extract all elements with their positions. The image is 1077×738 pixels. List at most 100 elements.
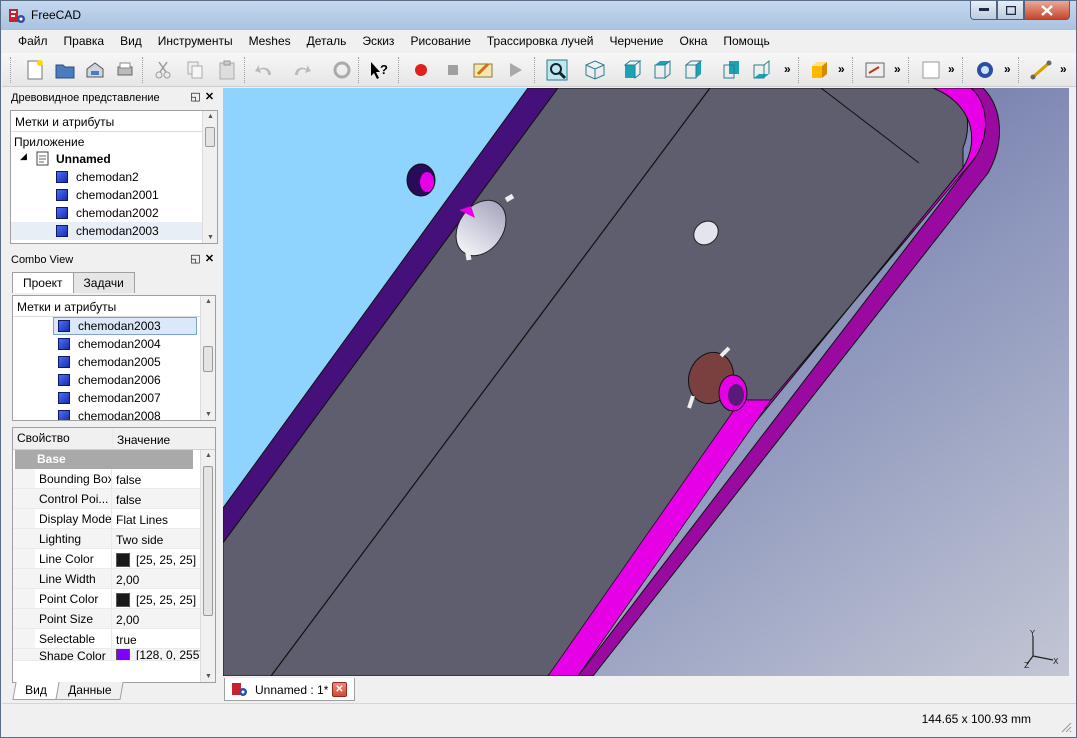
close-panel-icon[interactable]: ✕	[203, 253, 216, 266]
property-row[interactable]: Line Color [25, 25, 25]	[13, 549, 215, 569]
property-editor[interactable]: Свойство Значение Base Bounding Box false…	[12, 427, 216, 683]
tab-project[interactable]: Проект	[12, 272, 74, 293]
refresh-button[interactable]	[329, 57, 355, 83]
toolbar-overflow-chevron-icon[interactable]: »	[1004, 62, 1011, 76]
property-row[interactable]: Shape Color [128, 0, 255]	[13, 649, 215, 661]
tree-item[interactable]: chemodan2	[11, 168, 217, 186]
toolbar-overflow-chevron-icon[interactable]: »	[784, 62, 791, 76]
property-row[interactable]: Point Color [25, 25, 25]	[13, 589, 215, 609]
tree-scrollbar[interactable]: ▲ ▼	[200, 296, 215, 420]
record-macro-button[interactable]	[408, 57, 434, 83]
toolbar-overflow-chevron-icon[interactable]: »	[948, 62, 955, 76]
close-panel-icon[interactable]: ✕	[203, 91, 216, 104]
view-axonometric-button[interactable]	[582, 57, 608, 83]
view-top-button[interactable]	[649, 57, 675, 83]
toolbar-overflow-chevron-icon[interactable]: »	[838, 62, 845, 76]
tab-tasks[interactable]: Задачи	[72, 272, 135, 293]
property-column-header[interactable]: Свойство	[13, 428, 113, 449]
new-document-button[interactable]	[22, 57, 48, 83]
property-row[interactable]: Display Mode Flat Lines	[13, 509, 215, 529]
menu-drawing[interactable]: Черчение	[601, 31, 671, 52]
scroll-thumb[interactable]	[203, 346, 213, 372]
whats-this-button[interactable]: ?	[366, 57, 392, 83]
menu-part[interactable]: Деталь	[299, 31, 355, 52]
redo-button[interactable]	[288, 57, 314, 83]
property-row[interactable]: Bounding Box false	[13, 469, 215, 489]
property-row[interactable]: Line Width 2,00	[13, 569, 215, 589]
property-row[interactable]: Selectable true	[13, 629, 215, 649]
tree-item[interactable]: chemodan2006	[13, 371, 215, 389]
stop-macro-button[interactable]	[440, 57, 466, 83]
scroll-up-icon[interactable]: ▲	[207, 113, 214, 120]
tab-view[interactable]: Вид	[12, 682, 60, 700]
property-group-base[interactable]: Base	[15, 450, 193, 469]
property-row[interactable]: Point Size 2,00	[13, 609, 215, 629]
tree-item-selected[interactable]: chemodan2003	[13, 317, 215, 335]
float-panel-icon[interactable]: ◱	[189, 253, 202, 266]
tree-item[interactable]: chemodan2008	[13, 407, 215, 420]
3d-viewport[interactable]: Y X Z	[223, 88, 1069, 676]
scroll-thumb[interactable]	[203, 466, 213, 616]
project-tree-widget[interactable]: Метки и атрибуты chemodan2003 chemodan20…	[12, 295, 216, 421]
scroll-down-icon[interactable]: ▼	[205, 411, 212, 418]
scroll-down-icon[interactable]: ▼	[205, 673, 212, 680]
draft-line-button[interactable]	[1028, 57, 1054, 83]
menu-windows[interactable]: Окна	[671, 31, 715, 52]
tree-item[interactable]: chemodan2001	[11, 186, 217, 204]
property-row[interactable]: Lighting Two side	[13, 529, 215, 549]
create-sketch-button[interactable]	[862, 57, 888, 83]
scroll-up-icon[interactable]: ▲	[205, 452, 212, 459]
toolbar-overflow-chevron-icon[interactable]: »	[1060, 62, 1067, 76]
tree-column-header[interactable]: Метки и атрибуты	[13, 296, 215, 317]
drawing-page-button[interactable]	[918, 57, 944, 83]
property-scrollbar[interactable]: ▲ ▼	[200, 450, 215, 682]
maximize-button[interactable]	[997, 1, 1024, 20]
print-button[interactable]	[112, 57, 138, 83]
run-macro-button[interactable]	[502, 57, 528, 83]
scroll-thumb[interactable]	[205, 127, 215, 147]
paste-button[interactable]	[214, 57, 240, 83]
copy-button[interactable]	[182, 57, 208, 83]
document-tab[interactable]: Unnamed : 1* ✕	[224, 678, 355, 701]
title-bar[interactable]: FreeCAD	[1, 1, 1076, 30]
float-panel-icon[interactable]: ◱	[189, 91, 202, 104]
view-bottom-button[interactable]	[748, 57, 774, 83]
tree-column-header[interactable]: Метки и атрибуты	[11, 111, 217, 132]
raytracing-button[interactable]	[972, 57, 998, 83]
view-right-button[interactable]	[680, 57, 706, 83]
menu-meshes[interactable]: Meshes	[241, 31, 299, 52]
menu-view[interactable]: Вид	[112, 31, 150, 52]
scroll-up-icon[interactable]: ▲	[205, 298, 212, 305]
menu-file[interactable]: Файл	[10, 31, 56, 52]
toolbar-overflow-chevron-icon[interactable]: »	[894, 62, 901, 76]
toolbar-grip[interactable]	[10, 57, 12, 83]
tree-item[interactable]: chemodan2007	[13, 389, 215, 407]
view-front-button[interactable]	[619, 57, 645, 83]
tree-item-selected[interactable]: chemodan2003	[11, 222, 217, 240]
scroll-down-icon[interactable]: ▼	[207, 234, 214, 241]
tree-scrollbar[interactable]: ▲ ▼	[202, 111, 217, 243]
undo-button[interactable]	[252, 57, 278, 83]
part-box-button[interactable]	[807, 57, 833, 83]
fit-all-button[interactable]	[544, 57, 570, 83]
property-row[interactable]: Control Poi... false	[13, 489, 215, 509]
view-rear-button[interactable]	[718, 57, 744, 83]
menu-tools[interactable]: Инструменты	[150, 31, 241, 52]
expand-arrow-icon[interactable]: ◢	[20, 151, 27, 162]
close-window-button[interactable]	[1024, 1, 1070, 20]
menu-help[interactable]: Помощь	[715, 31, 777, 52]
close-document-icon[interactable]: ✕	[332, 682, 347, 697]
tree-document-row[interactable]: ◢ Unnamed	[11, 150, 217, 168]
value-column-header[interactable]: Значение	[113, 428, 215, 449]
tree-item[interactable]: chemodan2002	[11, 204, 217, 222]
menu-raytracing[interactable]: Трассировка лучей	[479, 31, 602, 52]
menu-edit[interactable]: Правка	[56, 31, 113, 52]
menu-sketch[interactable]: Эскиз	[354, 31, 402, 52]
tree-item[interactable]: chemodan2005	[13, 353, 215, 371]
resize-grip-icon[interactable]	[1060, 721, 1072, 733]
tab-data[interactable]: Данные	[55, 682, 124, 700]
cut-button[interactable]	[150, 57, 176, 83]
open-button[interactable]	[52, 57, 78, 83]
save-button[interactable]	[82, 57, 108, 83]
menu-draft[interactable]: Рисование	[402, 31, 478, 52]
